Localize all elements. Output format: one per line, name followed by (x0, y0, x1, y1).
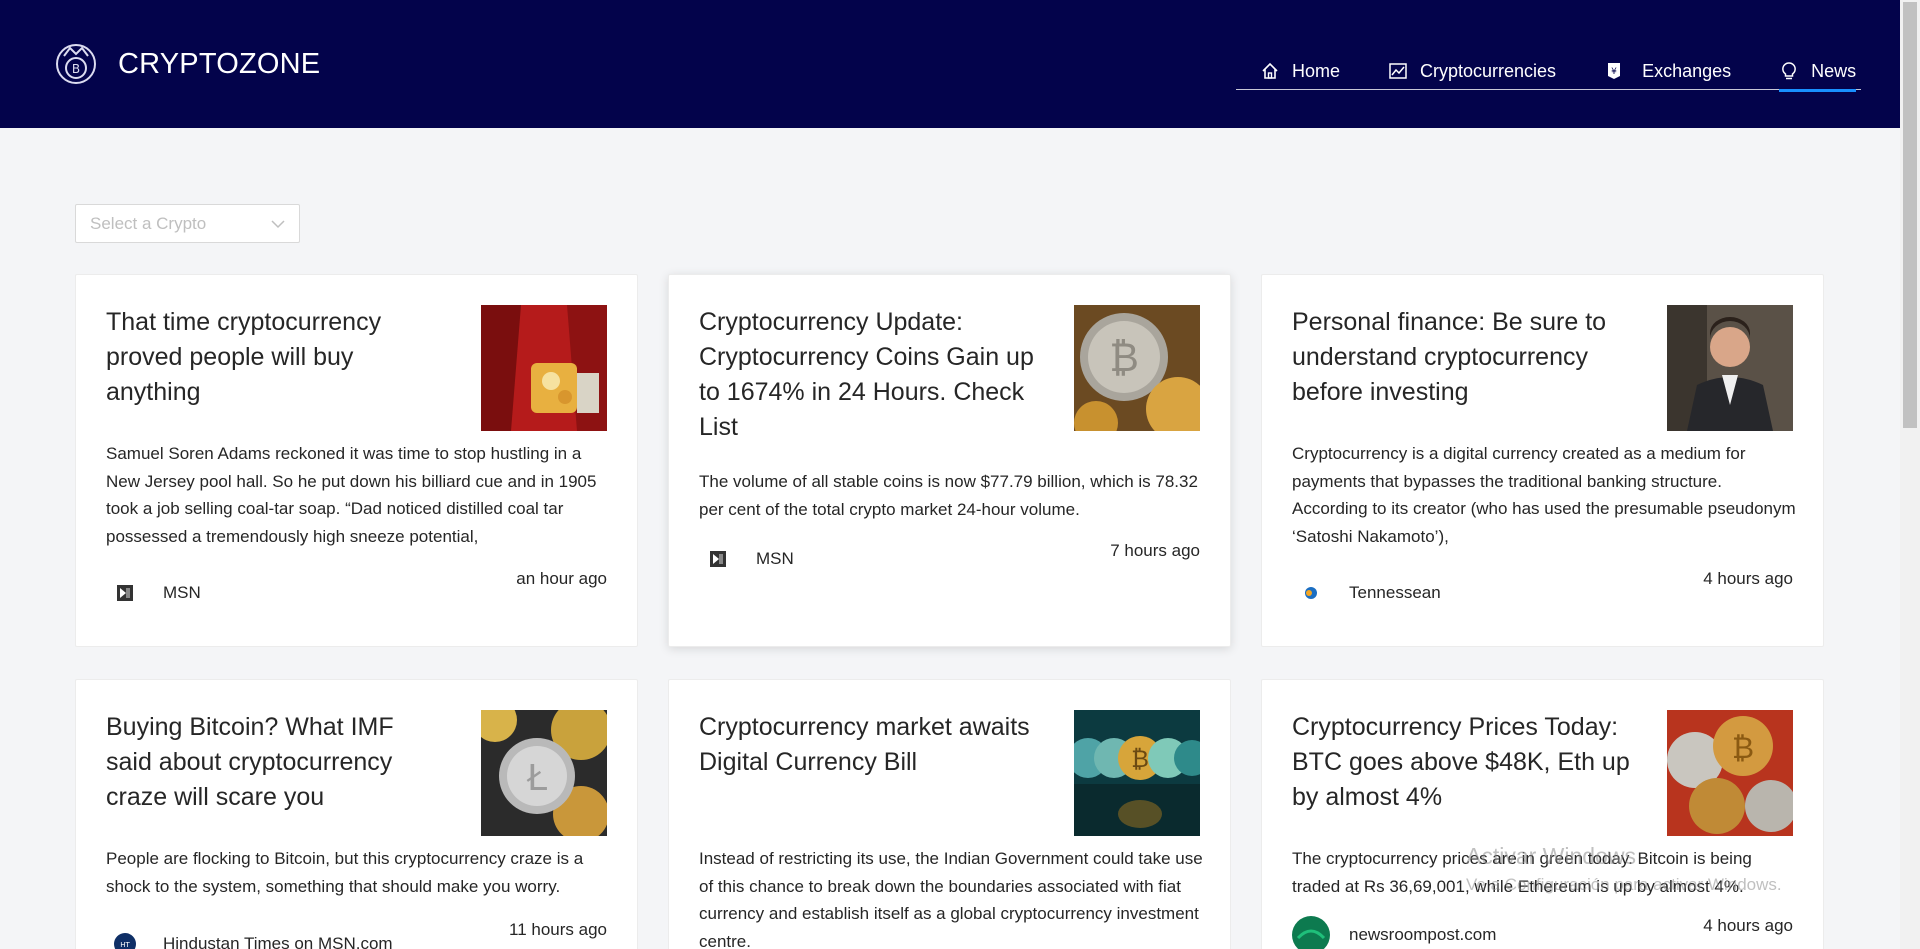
news-provider[interactable]: HT Hindustan Times on MSN.com (106, 925, 393, 949)
news-time: 4 hours ago (1703, 569, 1793, 588)
svg-text:₿: ₿ (1732, 731, 1754, 766)
news-provider[interactable]: newsroompost.com (1292, 916, 1496, 949)
crypto-select-placeholder: Select a Crypto (90, 213, 207, 233)
scrollbar-thumb[interactable] (1903, 2, 1917, 428)
news-time: 11 hours ago (509, 920, 607, 939)
newsroompost-provider-icon (1292, 916, 1330, 949)
svg-text:¥: ¥ (1611, 67, 1617, 77)
news-provider[interactable]: MSN (106, 574, 201, 612)
news-title[interactable]: Cryptocurrency Prices Today: BTC goes ab… (1292, 710, 1632, 815)
nav-news-label: News (1811, 60, 1857, 81)
windows-activation-subtext: Ve a Configuración para activar Windows. (1466, 875, 1782, 894)
chevron-down-icon (271, 214, 285, 234)
provider-name: Tennessean (1349, 583, 1441, 602)
news-thumbnail: ₿ (1074, 710, 1200, 836)
news-provider[interactable]: Tennessean (1292, 574, 1441, 612)
bulb-icon (1779, 61, 1799, 81)
nav-exchanges-label: Exchanges (1642, 60, 1732, 81)
news-thumbnail (1667, 305, 1793, 431)
msn-provider-icon (699, 540, 737, 578)
news-card[interactable]: Buying Bitcoin? What IMF said about cryp… (75, 679, 638, 949)
windows-activation-watermark: Activar Windows (1466, 843, 1636, 869)
news-description: Cryptocurrency is a digital currency cre… (1292, 444, 1796, 546)
news-thumbnail: Ł (481, 710, 607, 836)
news-thumbnail: ₿ (1074, 305, 1200, 431)
provider-name: newsroompost.com (1349, 925, 1497, 944)
svg-text:Ł: Ł (526, 758, 548, 799)
news-title[interactable]: Cryptocurrency market awaits Digital Cur… (699, 710, 1039, 780)
hindustan-times-provider-icon: HT (106, 925, 144, 949)
news-description: People are flocking to Bitcoin, but this… (106, 849, 584, 896)
news-time: 7 hours ago (1110, 541, 1200, 560)
crypto-select[interactable]: Select a Crypto (75, 204, 300, 243)
money-collect-icon: ¥ (1604, 61, 1624, 81)
news-time: an hour ago (516, 569, 607, 588)
nav-cryptocurrencies[interactable]: Cryptocurrencies (1388, 46, 1556, 90)
provider-name: MSN (163, 583, 201, 602)
news-thumbnail: ₿ (1667, 710, 1793, 836)
svg-text:HT: HT (120, 941, 130, 949)
news-card[interactable]: Personal finance: Be sure to understand … (1261, 274, 1824, 647)
news-description: The volume of all stable coins is now $7… (699, 472, 1198, 519)
home-icon (1260, 61, 1280, 81)
nav-home-label: Home (1292, 60, 1341, 81)
news-title[interactable]: That time cryptocurrency proved people w… (106, 305, 446, 410)
nav-exchanges[interactable]: ¥ Exchanges (1604, 46, 1731, 90)
provider-name: MSN (756, 549, 794, 568)
line-chart-icon (1388, 61, 1408, 81)
news-description: Samuel Soren Adams reckoned it was time … (106, 444, 597, 546)
news-title[interactable]: Buying Bitcoin? What IMF said about cryp… (106, 710, 446, 815)
svg-text:B: B (72, 62, 80, 76)
svg-text:₿: ₿ (1131, 745, 1149, 773)
news-provider[interactable]: MSN (699, 540, 794, 578)
news-description: Instead of restricting its use, the Indi… (699, 849, 1203, 949)
news-thumbnail (481, 305, 607, 431)
page-scrollbar[interactable] (1900, 0, 1920, 949)
provider-name: Hindustan Times on MSN.com (163, 934, 393, 949)
news-time: 4 hours ago (1703, 916, 1793, 935)
msn-provider-icon (106, 574, 144, 612)
brand-title[interactable]: CRYPTOZONE (118, 48, 320, 81)
tennessean-provider-icon (1292, 574, 1330, 612)
crypto-logo-icon: B (54, 42, 98, 86)
nav-home[interactable]: Home (1260, 46, 1340, 90)
main-nav: Home Cryptocurrencies ¥ Exchanges News (1236, 46, 1861, 92)
news-card[interactable]: Cryptocurrency market awaits Digital Cur… (668, 679, 1231, 949)
news-title[interactable]: Cryptocurrency Update: Cryptocurrency Co… (699, 305, 1039, 445)
news-card[interactable]: Cryptocurrency Update: Cryptocurrency Co… (668, 274, 1231, 647)
news-title[interactable]: Personal finance: Be sure to understand … (1292, 305, 1632, 410)
top-navbar: B CRYPTOZONE Home Cryptocurrencies ¥ Exc… (0, 0, 1900, 128)
nav-cryptocurrencies-label: Cryptocurrencies (1420, 60, 1557, 81)
nav-news[interactable]: News (1779, 46, 1857, 92)
news-card[interactable]: That time cryptocurrency proved people w… (75, 274, 638, 647)
svg-text:₿: ₿ (1109, 335, 1139, 381)
logo[interactable]: B CRYPTOZONE (54, 42, 320, 86)
news-card[interactable]: Cryptocurrency Prices Today: BTC goes ab… (1261, 679, 1824, 949)
